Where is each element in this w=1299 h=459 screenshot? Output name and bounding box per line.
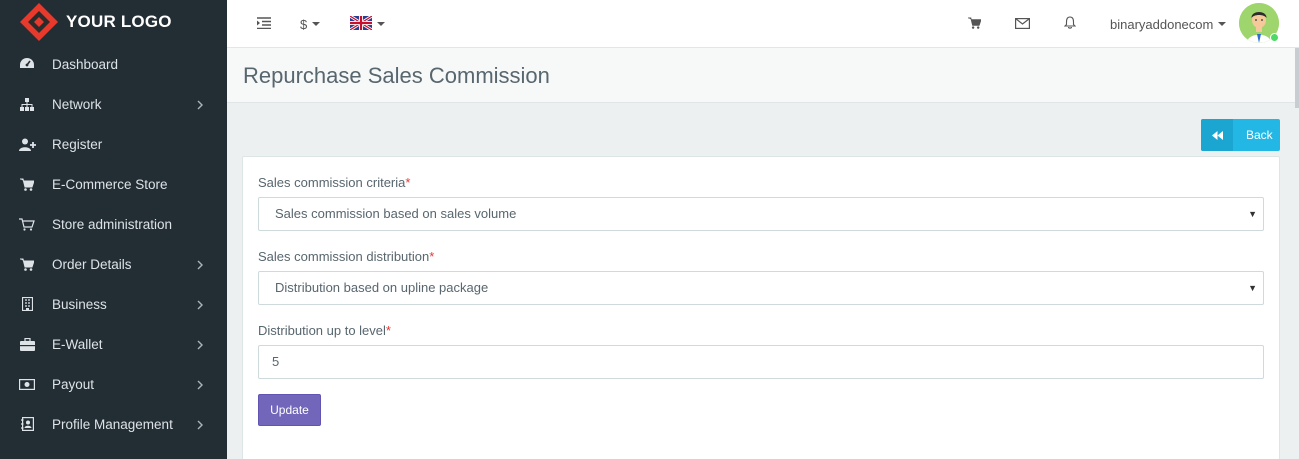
sidebar-item-business[interactable]: Business [0, 284, 227, 324]
sidebar-item-label: E-Wallet [52, 336, 103, 352]
sidebar-item-profile-management[interactable]: Profile Management [0, 404, 227, 444]
logo-text: YOUR LOGO [66, 12, 172, 31]
caret-down-icon [312, 22, 321, 26]
chevron-right-icon [197, 418, 203, 433]
cart-button[interactable] [968, 0, 982, 48]
chevron-right-icon [197, 258, 203, 273]
backward-icon [1201, 119, 1233, 151]
scrollbar[interactable] [1295, 48, 1299, 108]
required-mark: * [405, 175, 411, 190]
user-plus-icon [18, 138, 36, 151]
briefcase-icon [18, 337, 36, 351]
language-dropdown[interactable] [349, 0, 385, 48]
sidebar-item-label: Register [52, 136, 103, 152]
sidebar: YOUR LOGO Dashboard Network Register E-C… [0, 0, 227, 459]
chevron-right-icon [197, 98, 203, 113]
cart-icon [968, 16, 982, 32]
caret-down-icon [1218, 22, 1227, 26]
chevron-right-icon [197, 298, 203, 313]
page-title: Repurchase Sales Commission [243, 63, 550, 88]
level-label-text: Distribution up to level [258, 323, 386, 338]
cart-icon [18, 258, 36, 271]
sidebar-item-label: Store administration [52, 216, 173, 232]
currency-symbol: $ [300, 16, 308, 32]
sidebar-toggle-button[interactable] [257, 0, 271, 48]
required-mark: * [429, 249, 435, 264]
logo[interactable]: YOUR LOGO [0, 0, 227, 44]
cart-outline-icon [18, 217, 36, 231]
distribution-label: Sales commission distribution* [258, 249, 434, 264]
logo-icon [18, 1, 60, 43]
distribution-select-value: Distribution based on upline package [275, 280, 489, 295]
user-menu-dropdown[interactable]: binaryaddonecom [1110, 0, 1227, 48]
bell-icon [1063, 16, 1077, 32]
currency-dropdown[interactable]: $ [300, 0, 321, 48]
sidebar-item-store-administration[interactable]: Store administration [0, 204, 227, 244]
username: binaryaddonecom [1110, 16, 1214, 32]
sidebar-item-label: Dashboard [52, 56, 119, 72]
sidebar-item-ecommerce-store[interactable]: E-Commerce Store [0, 164, 227, 204]
envelope-icon [1015, 17, 1031, 32]
money-icon [18, 378, 36, 390]
select-arrow-icon: ▼ [1248, 283, 1257, 293]
criteria-label: Sales commission criteria* [258, 175, 410, 190]
level-label: Distribution up to level* [258, 323, 391, 338]
sidebar-nav: Dashboard Network Register E-Commerce St… [0, 44, 227, 444]
notifications-button[interactable] [1063, 0, 1077, 48]
distribution-label-text: Sales commission distribution [258, 249, 430, 264]
sitemap-icon [18, 97, 36, 111]
sidebar-item-label: Order Details [52, 256, 132, 272]
sidebar-item-dashboard[interactable]: Dashboard [0, 44, 227, 84]
criteria-select-value: Sales commission based on sales volume [275, 206, 517, 221]
required-mark: * [385, 323, 391, 338]
commission-form-panel: Sales commission criteria* Sales commiss… [242, 156, 1280, 459]
address-book-icon [18, 417, 36, 431]
level-input[interactable]: 5 [258, 345, 1264, 379]
sidebar-item-order-details[interactable]: Order Details [0, 244, 227, 284]
update-button[interactable]: Update [258, 394, 321, 426]
update-button-label: Update [270, 403, 309, 417]
select-arrow-icon: ▼ [1248, 209, 1257, 219]
menu-indent-icon [257, 16, 271, 32]
sidebar-item-e-wallet[interactable]: E-Wallet [0, 324, 227, 364]
sidebar-item-label: Payout [52, 376, 95, 392]
distribution-select[interactable]: Distribution based on upline package ▼ [258, 271, 1264, 305]
dashboard-icon [18, 57, 36, 71]
back-button[interactable]: Back [1201, 119, 1280, 151]
chevron-right-icon [197, 378, 203, 393]
level-input-value: 5 [272, 354, 280, 369]
building-icon [18, 297, 36, 311]
online-status-dot [1270, 33, 1279, 42]
sidebar-item-label: Network [52, 96, 102, 112]
caret-down-icon [377, 22, 385, 26]
criteria-label-text: Sales commission criteria [258, 175, 406, 190]
flag-uk-icon [349, 14, 373, 33]
sidebar-item-label: Business [52, 296, 107, 312]
sidebar-item-network[interactable]: Network [0, 84, 227, 124]
back-button-label: Back [1246, 128, 1273, 142]
sidebar-item-label: Profile Management [52, 416, 173, 432]
page-header: Repurchase Sales Commission [227, 48, 1299, 103]
topbar: $ binaryaddonecom [227, 0, 1299, 48]
chevron-right-icon [197, 338, 203, 353]
sidebar-item-register[interactable]: Register [0, 124, 227, 164]
criteria-select[interactable]: Sales commission based on sales volume ▼ [258, 197, 1264, 231]
sidebar-item-payout[interactable]: Payout [0, 364, 227, 404]
messages-button[interactable] [1015, 0, 1031, 48]
sidebar-item-label: E-Commerce Store [52, 176, 168, 192]
cart-icon [18, 178, 36, 191]
